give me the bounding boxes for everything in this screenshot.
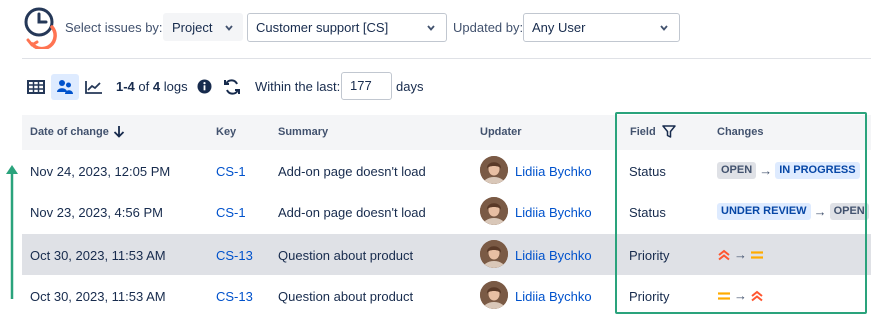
- column-header-updater[interactable]: Updater: [480, 126, 522, 138]
- chevron-down-icon: [427, 25, 435, 31]
- updated-by-label: Updated by:: [453, 20, 524, 35]
- app-logo-icon: [24, 7, 57, 49]
- users-view-button[interactable]: [51, 74, 79, 100]
- updated-by-value: Any User: [532, 20, 586, 35]
- project-dropdown[interactable]: Customer support [CS]: [247, 13, 447, 42]
- count-total: 4: [152, 79, 161, 94]
- column-header-key[interactable]: Key: [216, 126, 236, 138]
- info-icon[interactable]: [197, 79, 212, 94]
- date-cell: Nov 23, 2023, 4:56 PM: [30, 205, 163, 220]
- select-issues-value: Project: [172, 19, 213, 35]
- column-header-date[interactable]: Date of change: [30, 126, 109, 138]
- chart-view-button[interactable]: [80, 74, 108, 100]
- updated-by-dropdown[interactable]: Any User: [523, 13, 680, 42]
- chevron-down-icon: [660, 25, 668, 31]
- select-issues-label: Select issues by:: [65, 20, 163, 35]
- chevron-down-icon: [225, 25, 233, 31]
- avatar: [480, 240, 508, 268]
- avatar: [480, 156, 508, 184]
- issue-key-link[interactable]: CS-1: [216, 164, 246, 179]
- field-changes-highlight: [615, 112, 867, 314]
- avatar: [480, 281, 508, 309]
- issue-key-link[interactable]: CS-13: [216, 289, 253, 304]
- days-label: days: [396, 79, 424, 94]
- table-view-button[interactable]: [22, 74, 50, 100]
- avatar: [480, 197, 508, 225]
- arrow-up-annotation-icon: [6, 165, 18, 299]
- line-chart-icon: [85, 81, 102, 94]
- updater-link[interactable]: Lidiia Bychko: [515, 164, 592, 179]
- days-input[interactable]: 177: [341, 72, 392, 100]
- log-count: 1-4 of 4 logs: [116, 79, 188, 94]
- count-of: of: [138, 79, 150, 94]
- table-icon: [27, 80, 45, 94]
- select-issues-by-dropdown[interactable]: Project: [163, 13, 243, 41]
- column-header-summary[interactable]: Summary: [278, 126, 328, 138]
- updater-link[interactable]: Lidiia Bychko: [515, 248, 592, 263]
- users-icon: [57, 80, 73, 94]
- count-unit: logs: [163, 79, 188, 94]
- date-cell: Oct 30, 2023, 11:53 AM: [30, 289, 166, 304]
- summary-cell: Question about product: [278, 248, 414, 263]
- date-cell: Nov 24, 2023, 12:05 PM: [30, 164, 171, 179]
- summary-cell: Question about product: [278, 289, 414, 304]
- updater-link[interactable]: Lidiia Bychko: [515, 205, 592, 220]
- project-value: Customer support [CS]: [256, 20, 389, 35]
- issue-key-link[interactable]: CS-1: [216, 205, 246, 220]
- sort-descending-icon[interactable]: [113, 125, 125, 138]
- updater-link[interactable]: Lidiia Bychko: [515, 289, 592, 304]
- within-label: Within the last:: [255, 79, 341, 94]
- count-range: 1-4: [116, 79, 135, 94]
- refresh-icon[interactable]: [223, 78, 241, 96]
- divider: [22, 58, 871, 59]
- summary-cell: Add-on page doesn't load: [278, 205, 426, 220]
- date-cell: Oct 30, 2023, 11:53 AM: [30, 248, 166, 263]
- summary-cell: Add-on page doesn't load: [278, 164, 426, 179]
- issue-key-link[interactable]: CS-13: [216, 248, 253, 263]
